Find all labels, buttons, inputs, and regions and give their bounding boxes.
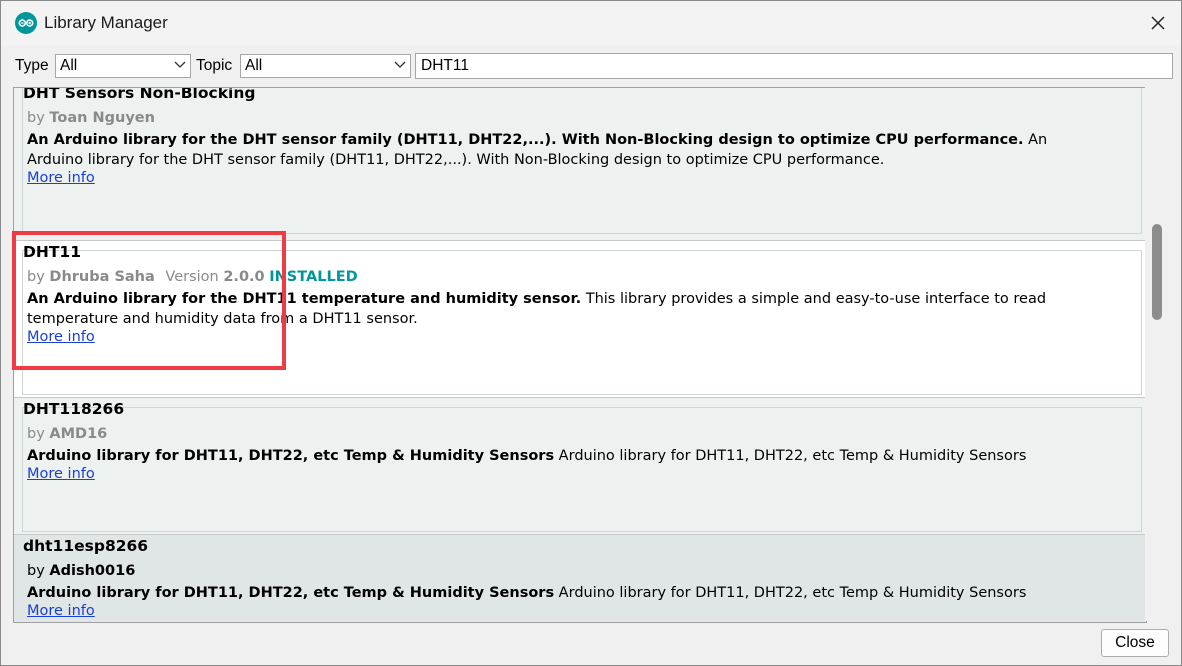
- list-item[interactable]: DHT Sensors Non-Blocking by Toan Nguyen …: [14, 87, 1146, 240]
- title-bar: Library Manager: [1, 1, 1181, 45]
- library-name: DHT11: [23, 243, 81, 261]
- list-scrollbar[interactable]: [1145, 87, 1169, 621]
- library-description: Arduino library for DHT11, DHT22, etc Te…: [27, 446, 1066, 466]
- library-description: An Arduino library for the DHT sensor fa…: [27, 130, 1066, 170]
- library-author: Toan Nguyen: [49, 110, 155, 126]
- description-bold: An Arduino library for the DHT11 tempera…: [27, 291, 582, 307]
- list-item[interactable]: DHT11 by Dhruba Saha Version 2.0.0 INSTA…: [14, 240, 1146, 397]
- library-meta: by Dhruba Saha Version 2.0.0 INSTALLED: [27, 269, 358, 285]
- close-button[interactable]: Close: [1101, 629, 1169, 657]
- library-description: Arduino library for DHT11, DHT22, etc Te…: [27, 583, 1066, 603]
- description-text: Arduino library for DHT11, DHT22, etc Te…: [554, 585, 1027, 601]
- list-item[interactable]: dht11esp8266 by Adish0016 Arduino librar…: [14, 534, 1146, 622]
- type-label: Type: [15, 57, 49, 74]
- library-author: AMD16: [49, 426, 108, 442]
- description-bold: Arduino library for DHT11, DHT22, etc Te…: [27, 448, 555, 464]
- description-bold: Arduino library for DHT11, DHT22, etc Te…: [27, 585, 555, 601]
- library-name: DHT118266: [23, 400, 125, 418]
- arduino-icon: [15, 12, 37, 34]
- by-label: by: [27, 110, 45, 126]
- type-select[interactable]: All: [55, 54, 191, 78]
- description-text: Arduino library for DHT11, DHT22, etc Te…: [554, 448, 1027, 464]
- topic-select[interactable]: All: [240, 54, 411, 78]
- library-name: dht11esp8266: [23, 537, 149, 555]
- library-meta: by Toan Nguyen: [27, 110, 155, 126]
- more-info-link[interactable]: More info: [27, 329, 95, 345]
- list-item-panel: [22, 407, 1142, 532]
- library-author: Adish0016: [49, 563, 136, 579]
- library-meta: by Adish0016: [27, 563, 135, 579]
- by-label: by: [27, 269, 45, 285]
- type-select-value: All: [60, 57, 78, 74]
- by-label: by: [27, 426, 45, 442]
- library-list: DHT Sensors Non-Blocking by Toan Nguyen …: [13, 87, 1147, 623]
- library-description: An Arduino library for the DHT11 tempera…: [27, 289, 1066, 329]
- version-number: 2.0.0: [223, 269, 265, 285]
- list-item[interactable]: DHT118266 by AMD16 Arduino library for D…: [14, 397, 1146, 534]
- chevron-down-icon: [394, 58, 406, 77]
- installed-badge: INSTALLED: [269, 269, 358, 285]
- more-info-link[interactable]: More info: [27, 170, 95, 186]
- description-bold: An Arduino library for the DHT sensor fa…: [27, 132, 1024, 148]
- more-info-link[interactable]: More info: [27, 466, 95, 482]
- by-label: by: [27, 563, 45, 579]
- library-meta: by AMD16: [27, 426, 107, 442]
- chevron-down-icon: [174, 58, 186, 77]
- window-title: Library Manager: [44, 13, 168, 32]
- library-manager-window: Library Manager Type All Topic All DHT11: [0, 0, 1182, 666]
- search-input[interactable]: DHT11: [415, 53, 1173, 79]
- library-name: DHT Sensors Non-Blocking: [23, 87, 256, 102]
- version-label: Version: [165, 269, 219, 285]
- more-info-link[interactable]: More info: [27, 603, 95, 619]
- library-author: Dhruba Saha: [49, 269, 155, 285]
- topic-label: Topic: [196, 57, 233, 74]
- scrollbar-thumb[interactable]: [1152, 224, 1162, 320]
- topic-select-value: All: [245, 57, 263, 74]
- filter-bar: Type All Topic All DHT11: [1, 51, 1181, 81]
- close-icon[interactable]: [1135, 1, 1181, 45]
